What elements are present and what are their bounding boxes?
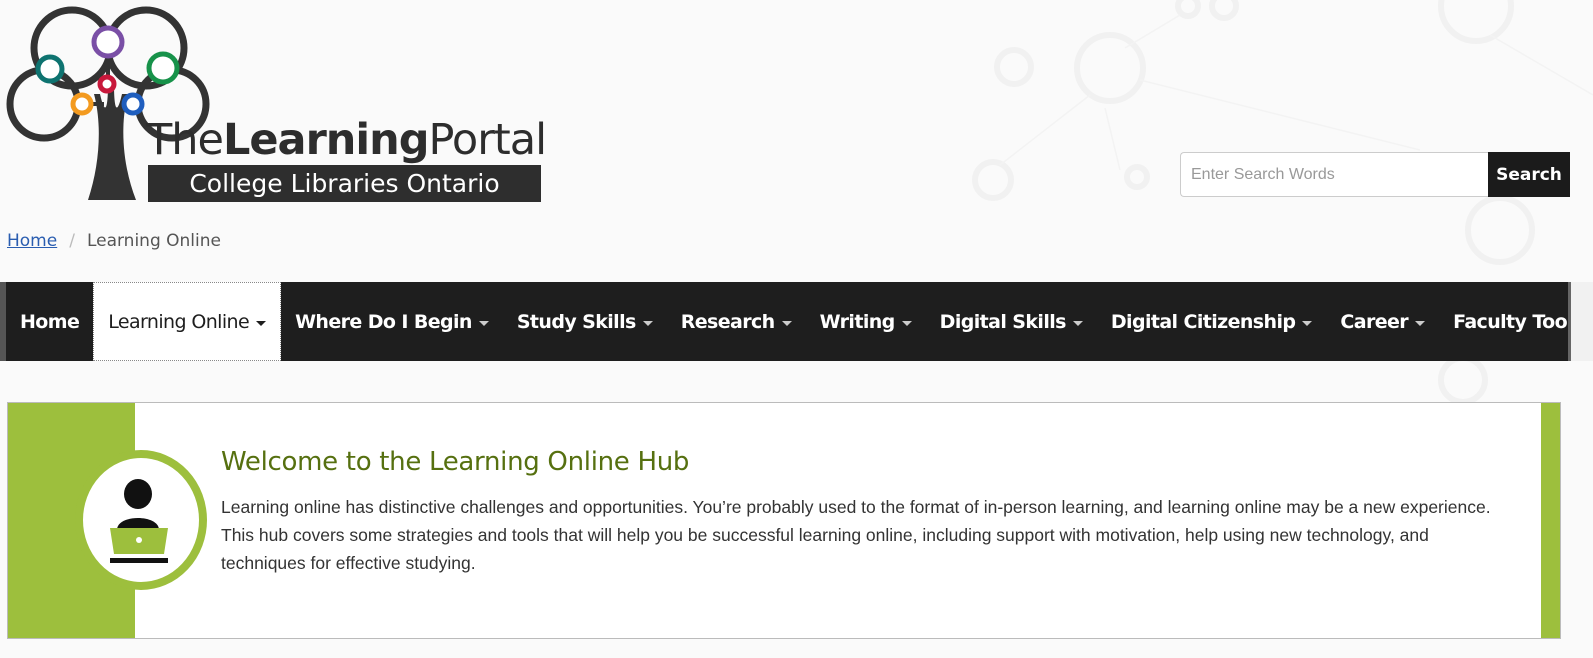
nav-item-label: Digital Citizenship (1110, 310, 1296, 333)
hub-welcome-banner: Welcome to the Learning Online Hub Learn… (7, 402, 1561, 639)
nav-item-digital-citizenship[interactable]: Digital Citizenship (1097, 282, 1327, 361)
scrollbar-thumb[interactable] (1568, 282, 1571, 361)
caret-down-icon (1072, 320, 1083, 326)
nav-item-label: Where Do I Begin (295, 310, 472, 333)
nav-item-label: Study Skills (516, 310, 636, 333)
nav-item-career[interactable]: Career (1326, 282, 1439, 361)
caret-down-icon (1415, 320, 1426, 326)
caret-down-icon (642, 320, 653, 326)
nav-item-study-skills[interactable]: Study Skills (503, 282, 667, 361)
breadcrumb-home-link[interactable]: Home (7, 231, 57, 251)
nav-item-label: Digital Skills (939, 310, 1067, 333)
caret-down-icon (1302, 320, 1313, 326)
caret-down-icon (256, 320, 267, 326)
caret-down-icon (781, 320, 792, 326)
logo-title-the: The (146, 115, 224, 165)
caret-down-icon (478, 320, 489, 326)
search-input[interactable] (1180, 152, 1488, 197)
logo-subtitle: College Libraries Ontario (148, 165, 541, 202)
nav-item-label: Writing (819, 310, 896, 333)
nav-item-where-do-i-begin[interactable]: Where Do I Begin (281, 282, 503, 361)
nav-item-writing[interactable]: Writing (806, 282, 926, 361)
nav-item-label: Career (1340, 310, 1409, 333)
hub-description: Learning online has distinctive challeng… (221, 497, 1491, 573)
nav-item-digital-skills[interactable]: Digital Skills (926, 282, 1097, 361)
breadcrumb-separator: / (69, 231, 75, 251)
banner-accent-right (1541, 403, 1560, 638)
site-logo[interactable]: TheLearningPortal College Libraries Onta… (4, 4, 549, 204)
nav-item-label: Research (680, 310, 776, 333)
breadcrumb-current: Learning Online (86, 231, 221, 251)
caret-down-icon (901, 320, 912, 326)
breadcrumb: Home / Learning Online (7, 231, 221, 251)
nav-item-home[interactable]: Home (6, 282, 93, 361)
person-at-laptop-icon (75, 450, 207, 590)
nav-item-label: Home (20, 310, 80, 333)
search-button[interactable]: Search (1488, 152, 1570, 197)
nav-item-research[interactable]: Research (667, 282, 806, 361)
logo-title: TheLearningPortal (146, 115, 548, 165)
nav-item-learning-online[interactable]: Learning Online (93, 282, 282, 361)
logo-title-learning: Learning (222, 115, 430, 165)
search-form: Search (1180, 152, 1570, 197)
navbar-scrollbar[interactable] (1568, 282, 1593, 361)
site-header: TheLearningPortal College Libraries Onta… (0, 0, 1593, 280)
logo-title-portal: Portal (428, 115, 548, 165)
nav-item-label: Learning Online (108, 310, 250, 333)
hub-title: Welcome to the Learning Online Hub (221, 447, 690, 477)
main-navigation: Home Learning Online Where Do I Begin St… (0, 282, 1593, 361)
